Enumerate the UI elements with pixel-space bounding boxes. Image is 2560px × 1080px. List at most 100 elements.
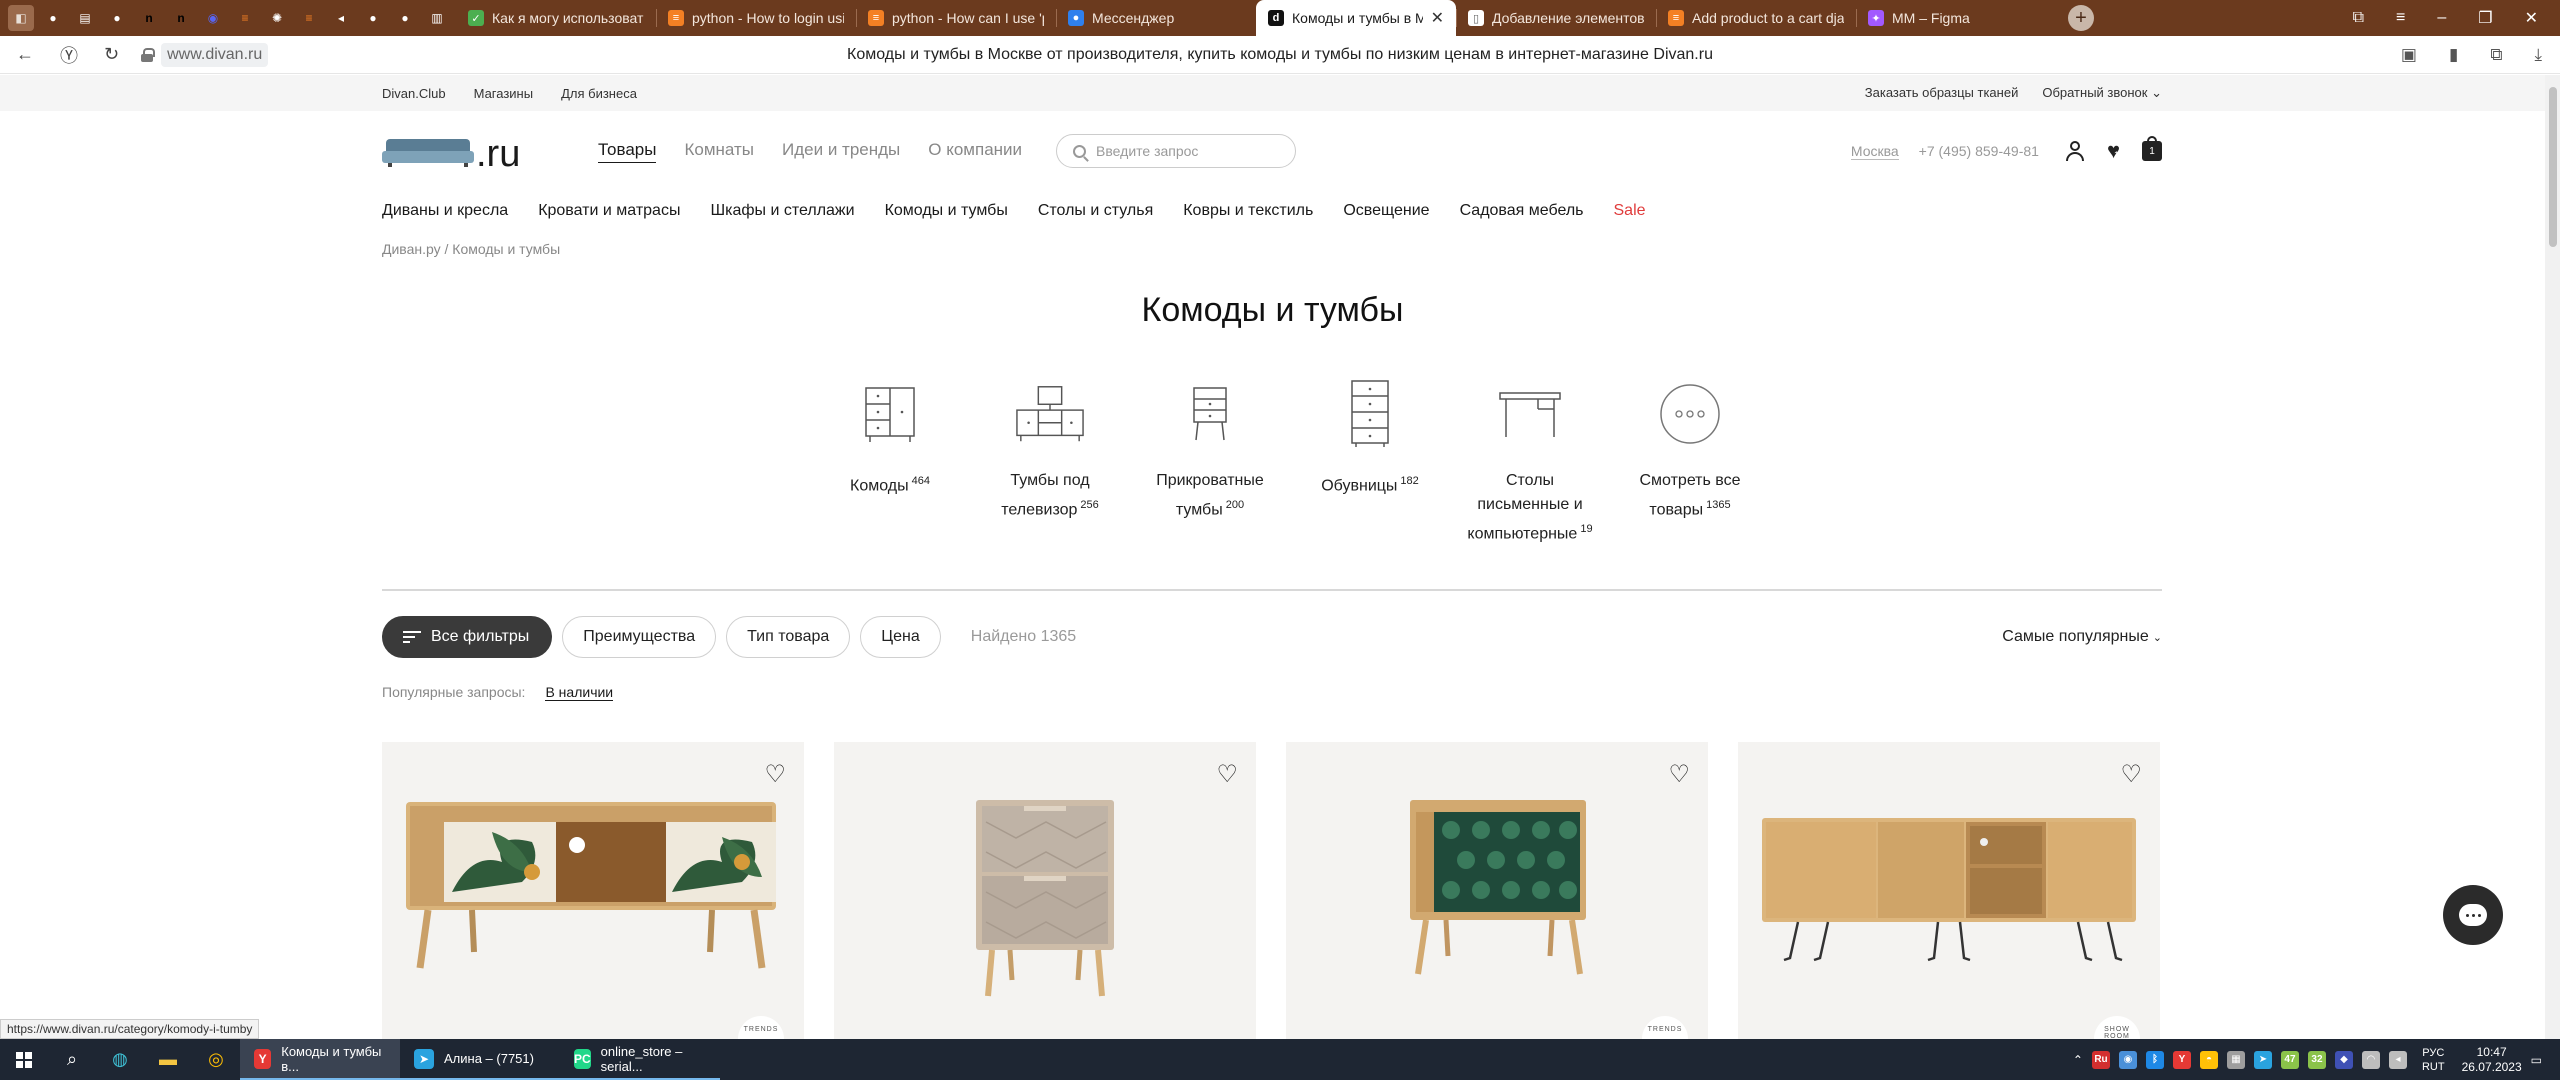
search-input[interactable]: Введите запрос	[1056, 134, 1297, 168]
callback-link[interactable]: Обратный звонок ⌄	[2042, 85, 2162, 101]
breadcrumb-home[interactable]: Диван.ру	[382, 241, 441, 257]
close-tab-icon[interactable]: ✕	[1431, 8, 1444, 28]
pinned-tab[interactable]: ●	[40, 5, 66, 31]
chat-button[interactable]	[2443, 885, 2503, 945]
bluetooth-icon[interactable]: ᛒ	[2145, 1050, 2164, 1069]
main-nav-item[interactable]: Идеи и тренды	[782, 140, 900, 163]
all-filters-button[interactable]: Все фильтры	[382, 616, 553, 658]
pinned-tab[interactable]: ≡	[232, 5, 258, 31]
favorite-heart-icon[interactable]: ♡	[1668, 760, 1690, 789]
back-icon[interactable]: ←	[16, 44, 34, 65]
chevron-up-icon[interactable]: ⌃	[2073, 1053, 2083, 1067]
filter-chip-type[interactable]: Тип товара	[726, 616, 851, 658]
pinned-tab[interactable]: ✺	[264, 5, 290, 31]
top-link[interactable]: Divan.Club	[382, 86, 446, 101]
pinned-tab[interactable]: ◂	[328, 5, 354, 31]
category-nav-sale[interactable]: Sale	[1614, 202, 1646, 220]
notifications-icon[interactable]: ▭	[2531, 1053, 2542, 1067]
product-card[interactable]: ♡	[834, 742, 1256, 1039]
pinned-tab[interactable]: ▥	[424, 5, 450, 31]
temp-icon[interactable]: 47	[2280, 1050, 2299, 1069]
browser-tab[interactable]: d Комоды и тумбы в Мо ✕	[1256, 0, 1456, 36]
category-nav-item[interactable]: Шкафы и стеллажи	[710, 202, 854, 220]
pinned-tab[interactable]: ●	[392, 5, 418, 31]
subcategory-item[interactable]: Прикроватные тумбы 200	[1130, 381, 1290, 546]
pinned-tab[interactable]: ◉	[200, 5, 226, 31]
new-tab-button[interactable]: +	[2068, 5, 2094, 31]
download-icon[interactable]: ⤓	[2534, 45, 2542, 65]
url-field[interactable]: www.divan.ru	[141, 42, 269, 67]
browser-tab[interactable]: ✓ Как я могу использоват	[456, 0, 656, 36]
category-nav-item[interactable]: Диваны и кресла	[382, 202, 508, 220]
site-logo[interactable]: .ru	[382, 129, 532, 173]
yandex-shield-icon[interactable]: Ⓨ	[60, 42, 78, 68]
reload-icon[interactable]: ↻	[104, 44, 119, 65]
pinned-tab[interactable]: ◧	[8, 5, 34, 31]
category-nav-item[interactable]: Кровати и матрасы	[538, 202, 680, 220]
temp-icon[interactable]: 32	[2307, 1050, 2326, 1069]
pinned-tab[interactable]: ≡	[296, 5, 322, 31]
edge-icon[interactable]: ◍	[96, 1039, 144, 1080]
main-nav-item[interactable]: Комнаты	[684, 140, 754, 163]
shield-icon[interactable]: ◆	[2334, 1050, 2353, 1069]
subcategory-item[interactable]: Смотреть все товары 1365	[1610, 381, 1770, 546]
breadcrumb-current[interactable]: Комоды и тумбы	[452, 241, 560, 257]
clock[interactable]: 10:47 26.07.2023	[2462, 1045, 2522, 1075]
page-scrollbar[interactable]	[2545, 75, 2560, 1039]
language-indicator[interactable]: РУС RUT	[2422, 1046, 2445, 1074]
pinned-tab[interactable]: ▤	[72, 5, 98, 31]
category-nav-item[interactable]: Освещение	[1343, 202, 1429, 220]
favorite-heart-icon[interactable]: ♡	[764, 760, 786, 789]
favorite-heart-icon[interactable]: ♡	[1216, 760, 1238, 789]
subcategory-item[interactable]: Тумбы под телевизор 256	[970, 381, 1130, 546]
pinned-tab[interactable]: ●	[104, 5, 130, 31]
product-card[interactable]: ♡ TRENDS	[382, 742, 804, 1039]
collections-icon[interactable]: ⧉	[2490, 45, 2502, 65]
yandex-disk-icon[interactable]: ◓	[2199, 1050, 2218, 1069]
taskbar-app[interactable]: ➤ Алина – (7751)	[400, 1039, 560, 1080]
maximize-icon[interactable]: ❐	[2478, 8, 2492, 28]
menu-icon[interactable]: ≡	[2396, 9, 2405, 27]
top-link[interactable]: Для бизнеса	[561, 86, 637, 101]
favorite-heart-icon[interactable]: ♡	[2120, 760, 2142, 789]
start-button[interactable]	[0, 1039, 48, 1080]
filter-chip-advantages[interactable]: Преимущества	[562, 616, 717, 658]
phone-number[interactable]: +7 (495) 859-49-81	[1919, 143, 2039, 159]
url-text[interactable]: www.divan.ru	[161, 42, 269, 67]
browser-tab[interactable]: ≡ python - How to login usin	[656, 0, 856, 36]
user-icon[interactable]	[2065, 140, 2085, 162]
filter-chip-price[interactable]: Цена	[860, 616, 941, 658]
browser-tab[interactable]: ▯ Добавление элементов в	[1456, 0, 1656, 36]
subcategory-item[interactable]: Комоды 464	[810, 381, 970, 546]
extension-icon[interactable]: ▣	[2401, 45, 2417, 65]
category-nav-item[interactable]: Столы и стулья	[1038, 202, 1153, 220]
popular-link-in-stock[interactable]: В наличии	[545, 684, 614, 701]
main-nav-item[interactable]: О компании	[928, 140, 1022, 163]
product-card[interactable]: ♡ SHOW ROOM	[1738, 742, 2160, 1039]
favorites-icon[interactable]: ♥ 1	[2107, 140, 2120, 162]
pinned-tab[interactable]: n	[136, 5, 162, 31]
order-samples-link[interactable]: Заказать образцы тканей	[1865, 85, 2019, 101]
browser-tab[interactable]: ✦ MM – Figma	[1856, 0, 2056, 36]
top-link[interactable]: Магазины	[474, 86, 534, 101]
telegram-icon[interactable]: ➤	[2253, 1050, 2272, 1069]
scrollbar-thumb[interactable]	[2549, 87, 2557, 247]
category-nav-item[interactable]: Комоды и тумбы	[885, 202, 1008, 220]
main-nav-item[interactable]: Товары	[598, 140, 657, 163]
taskbar-app[interactable]: PC online_store – serial...	[560, 1039, 720, 1080]
app-tray-icon[interactable]: ◉	[2118, 1050, 2137, 1069]
close-window-icon[interactable]: ✕	[2525, 8, 2538, 28]
network-icon[interactable]: ▦	[2226, 1050, 2245, 1069]
file-explorer-icon[interactable]: ▬	[144, 1039, 192, 1080]
subcategory-item[interactable]: Обувницы 182	[1290, 380, 1450, 546]
browser-tab[interactable]: ≡ Add product to a cart djang	[1656, 0, 1856, 36]
category-nav-item[interactable]: Садовая мебель	[1460, 202, 1584, 220]
product-card[interactable]: ♡ TRENDS	[1286, 742, 1708, 1039]
browser-tab[interactable]: ≡ python - How can I use 'pi	[856, 0, 1056, 36]
taskbar-app[interactable]: Y Комоды и тумбы в...	[240, 1039, 400, 1080]
bookmark-icon[interactable]: ▮	[2449, 45, 2458, 65]
tab-list-icon[interactable]: ⧉	[2353, 9, 2364, 27]
cart-icon[interactable]: 1	[2142, 136, 2162, 161]
city-selector[interactable]: Москва	[1850, 143, 1899, 160]
pinned-tab[interactable]: n	[168, 5, 194, 31]
